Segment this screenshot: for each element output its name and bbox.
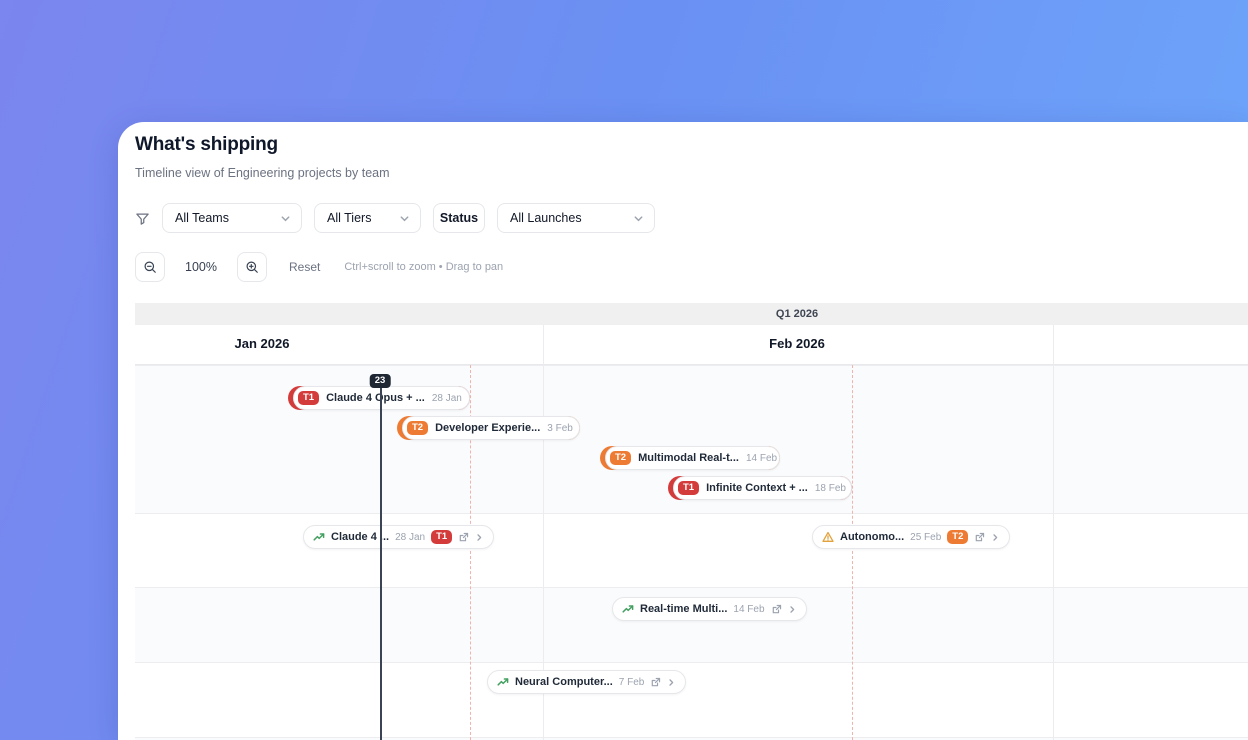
bar-label: Developer Experie...: [435, 422, 541, 434]
row-separator: [135, 365, 1248, 366]
bar-end-date: 3 Feb: [547, 422, 573, 434]
zoom-toolbar: 100% Reset Ctrl+scroll to zoom • Drag to…: [135, 252, 503, 282]
app-background: { "header": { "title": "What's shipping"…: [0, 0, 1248, 740]
zoom-out-icon: [143, 260, 157, 274]
filter-icon: [135, 211, 150, 226]
chevron-right-icon: [667, 678, 676, 687]
reset-button[interactable]: Reset: [289, 260, 320, 274]
status-filter-button[interactable]: Status: [433, 203, 485, 233]
external-link-icon: [771, 604, 782, 615]
timeline-bar[interactable]: T2 Multimodal Real-t... 14 Feb: [600, 446, 780, 470]
timeline-bar[interactable]: T1 Infinite Context + ... 18 Feb: [668, 476, 852, 500]
tier-badge: T1: [431, 529, 453, 545]
pan-zoom-hint: Ctrl+scroll to zoom • Drag to pan: [344, 261, 504, 273]
timeline-bar-card: T1 Claude 4 Opus + ... 28 Jan: [293, 386, 470, 410]
milestone-pill[interactable]: Neural Computer... 7 Feb: [487, 670, 687, 694]
zoom-in-icon: [245, 260, 259, 274]
milestone-date: 28 Jan: [395, 531, 426, 543]
page-subtitle: Timeline view of Engineering projects by…: [135, 166, 390, 180]
bar-label: Claude 4 Opus + ...: [326, 392, 425, 404]
timeline-canvas[interactable]: Q1 2026 23 Jan 2026 Feb 2026 T1 Claude 4 Op…: [135, 303, 1248, 740]
bar-end-date: 14 Feb: [745, 452, 778, 464]
timeline-bar[interactable]: T2 Developer Experie... 3 Feb: [397, 416, 580, 440]
row-separator: [135, 513, 1248, 514]
tier-badge: T2: [947, 529, 969, 545]
month-label: Jan 2026: [234, 336, 290, 351]
status-filter-label: Status: [439, 211, 479, 225]
quarter-label: Q1 2026: [775, 308, 819, 320]
filter-bar: All Teams All Tiers Status All Launches: [135, 203, 655, 233]
bar-end-date: 18 Feb: [814, 482, 846, 494]
milestone-label: Neural Computer...: [515, 676, 613, 688]
zoom-out-button[interactable]: [135, 252, 165, 282]
zoom-in-button[interactable]: [236, 252, 267, 282]
chevron-right-icon: [991, 533, 1000, 542]
chevron-right-icon: [475, 533, 484, 542]
chevron-right-icon: [788, 605, 797, 614]
tier-badge: T1: [678, 480, 700, 496]
milestone-date: 14 Feb: [733, 603, 765, 615]
bar-end-date: 28 Jan: [431, 392, 462, 404]
month-label: Feb 2026: [769, 336, 825, 351]
milestone-date: 25 Feb: [910, 531, 942, 543]
trend-up-icon: [313, 531, 325, 543]
chevron-down-icon: [280, 213, 291, 224]
warning-icon: [822, 531, 834, 543]
today-badge: 23: [369, 374, 391, 388]
tiers-filter-dropdown[interactable]: All Tiers: [314, 203, 421, 233]
milestone-pill[interactable]: Autonomo... 25 Feb T2: [812, 525, 1011, 549]
trend-up-icon: [622, 603, 634, 615]
month-header: [135, 325, 1248, 365]
today-line: [380, 387, 382, 740]
milestone-date: 7 Feb: [618, 676, 645, 688]
row-separator: [135, 737, 1248, 738]
page-title: What's shipping: [135, 134, 278, 155]
milestone-label: Real-time Multi...: [640, 603, 728, 615]
row-separator: [135, 662, 1248, 663]
main-card: What's shipping Timeline view of Enginee…: [118, 122, 1248, 740]
tiers-filter-value: All Tiers: [327, 211, 372, 225]
teams-filter-dropdown[interactable]: All Teams: [162, 203, 302, 233]
month-gridline: [1053, 325, 1054, 740]
bar-label: Multimodal Real-t...: [638, 452, 739, 464]
timeline-bar-card: T2 Multimodal Real-t... 14 Feb: [605, 446, 780, 470]
teams-filter-value: All Teams: [175, 211, 229, 225]
external-link-icon: [458, 532, 469, 543]
row-separator: [135, 587, 1248, 588]
milestone-label: Autonomo...: [840, 531, 905, 543]
trend-up-icon: [497, 676, 509, 688]
launches-filter-dropdown[interactable]: All Launches: [497, 203, 655, 233]
external-link-icon: [650, 677, 661, 688]
timeline-bar[interactable]: T1 Claude 4 Opus + ... 28 Jan: [288, 386, 470, 410]
quarter-header: Q1 2026: [135, 303, 1248, 325]
chevron-down-icon: [399, 213, 410, 224]
tier-badge: T2: [407, 420, 429, 436]
chevron-down-icon: [633, 213, 644, 224]
timeline-bar-card: T2 Developer Experie... 3 Feb: [402, 416, 580, 440]
timeline-bar-card: T1 Infinite Context + ... 18 Feb: [673, 476, 852, 500]
zoom-level: 100%: [185, 260, 217, 274]
launch-date-line: [852, 365, 853, 740]
external-link-icon: [974, 532, 985, 543]
tier-badge: T1: [298, 390, 320, 406]
tier-badge: T2: [610, 450, 632, 466]
bar-label: Infinite Context + ...: [706, 482, 808, 494]
launches-filter-value: All Launches: [510, 211, 582, 225]
milestone-pill[interactable]: Claude 4 ... 28 Jan T1: [303, 525, 495, 549]
milestone-pill[interactable]: Real-time Multi... 14 Feb: [612, 597, 807, 621]
